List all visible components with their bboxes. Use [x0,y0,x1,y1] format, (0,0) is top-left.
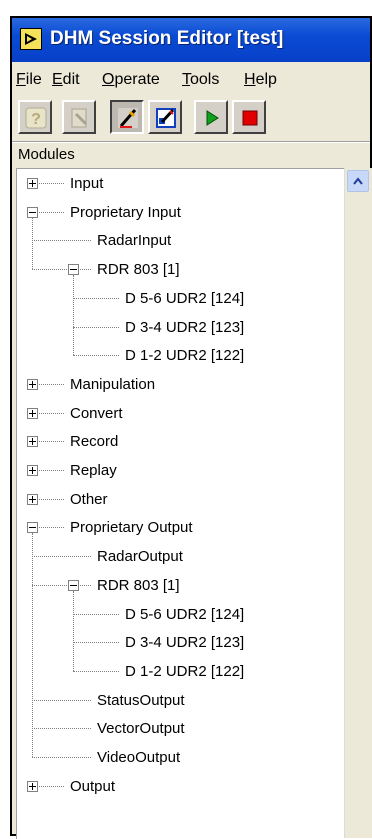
collapse-minus-icon[interactable] [68,264,79,276]
tree-item[interactable]: D 3-4 UDR2 [123] [17,313,343,341]
collapse-minus-icon[interactable] [27,522,38,534]
tree-item[interactable]: Replay [17,456,343,484]
tree-item[interactable]: Manipulation [17,370,343,398]
menu-operate[interactable]: Operate [102,71,160,89]
tree-item-label: Manipulation [70,375,156,393]
tree-item-label: Replay [70,462,117,479]
scroll-up-arrow-icon [353,177,363,185]
tree-item-label: D 1-2 UDR2 [122] [125,347,245,365]
tree-item[interactable]: VectorOutput [17,714,343,742]
tree-connector [73,642,119,644]
tree-item[interactable]: VideoOutput [17,743,343,771]
tree-item[interactable]: Other [17,485,343,513]
run-button[interactable] [194,100,228,134]
app-icon [20,28,42,50]
toolbar: ? [12,98,370,140]
configure-button[interactable] [148,100,182,134]
tree-item[interactable]: RadarInput [17,226,343,254]
tree-item[interactable]: RDR 803 [1] [17,571,343,599]
expand-plus-icon[interactable] [27,436,38,448]
title-bar[interactable]: DHM Session Editor [test] [12,18,370,62]
menu-help[interactable]: Help [244,71,277,89]
tree-item[interactable]: RDR 803 [1] [17,255,343,283]
tree-item-label: D 1-2 UDR2 [122] [125,662,245,680]
expand-plus-icon[interactable] [27,465,38,476]
session-editor-window: DHM Session Editor [test] File Edit Operat… [10,16,372,839]
tree-item[interactable]: Proprietary Input [17,198,343,226]
tree-item[interactable]: Record [17,427,343,455]
help-button[interactable]: ? [18,100,52,134]
tree-item[interactable]: D 3-4 UDR2 [123] [17,628,343,656]
modules-label: Modules [18,146,75,163]
tree-item-label: D 5-6 UDR2 [124] [125,289,245,307]
tree-item-label: Convert [70,404,123,422]
expand-plus-icon[interactable] [27,493,38,505]
tree-connector [32,240,91,242]
tree-item[interactable]: StatusOutput [17,686,343,714]
tree-item-label: Input [70,175,104,192]
stop-button[interactable] [232,100,266,134]
tree-item-label: Record [70,433,119,451]
collapse-minus-icon[interactable] [27,206,38,218]
tree-connector [73,613,119,615]
tree-item[interactable]: Convert [17,399,343,427]
tree-item-label: RadarOutput [97,548,183,566]
menu-bar: File Edit Operate Tools Help [12,68,370,94]
tree-item[interactable]: Output [17,772,343,800]
tree-connector [73,326,119,328]
scroll-up-button[interactable] [347,170,369,192]
tree-item[interactable]: D 1-2 UDR2 [122] [17,657,343,685]
svg-text:?: ? [31,111,41,128]
tree-connector [32,556,91,558]
tree-item-label: D 3-4 UDR2 [123] [125,634,245,652]
tree-item[interactable]: Input [17,169,343,197]
menu-file[interactable]: File [16,71,42,89]
tree-connector [32,699,91,701]
expand-plus-icon[interactable] [27,780,38,792]
tree-item-label: RDR 803 [1] [97,576,180,594]
window-title: DHM Session Editor [test] [50,28,284,49]
tree-item-label: Proprietary Output [70,519,193,537]
tree-connector [73,670,119,672]
tree-item-label: StatusOutput [97,691,185,709]
tree-item-label: Output [70,777,116,795]
tree-item[interactable]: D 5-6 UDR2 [124] [17,600,343,628]
tree-item-label: D 3-4 UDR2 [123] [125,318,245,336]
collapse-minus-icon[interactable] [68,579,79,591]
tree-item[interactable]: D 5-6 UDR2 [124] [17,284,343,312]
expand-plus-icon[interactable] [27,378,38,390]
tree-item[interactable]: D 1-2 UDR2 [122] [17,341,343,369]
tree-item[interactable]: Proprietary Output [17,513,343,541]
properties-button[interactable] [62,100,96,134]
tree-connector [32,269,91,271]
tree-item-label: RDR 803 [1] [97,261,180,279]
menu-tools[interactable]: Tools [182,71,219,89]
tree-connector [32,728,91,730]
tree-item-label: RadarInput [97,232,172,250]
edit-mode-button[interactable] [110,100,144,134]
tree-item-label: D 5-6 UDR2 [124] [125,605,245,623]
tree-connector [73,355,119,357]
tree-item-label: VectorOutput [97,720,185,738]
expand-plus-icon[interactable] [27,407,38,419]
tree-item-label: Proprietary Input [70,203,181,221]
expand-plus-icon[interactable] [27,178,38,189]
tree-item-label: VideoOutput [97,749,181,766]
tree-item-label: Other [70,490,108,508]
tree-connector [73,297,119,299]
tree-connector [32,757,91,758]
menu-edit[interactable]: Edit [52,71,80,89]
vertical-scrollbar[interactable] [344,168,372,838]
tree-item[interactable]: RadarOutput [17,542,343,570]
toolbar-divider [12,141,370,143]
tree-connector [32,584,91,586]
modules-tree[interactable]: Input Proprietary Input RadarInput RDR 803 … [16,168,345,839]
